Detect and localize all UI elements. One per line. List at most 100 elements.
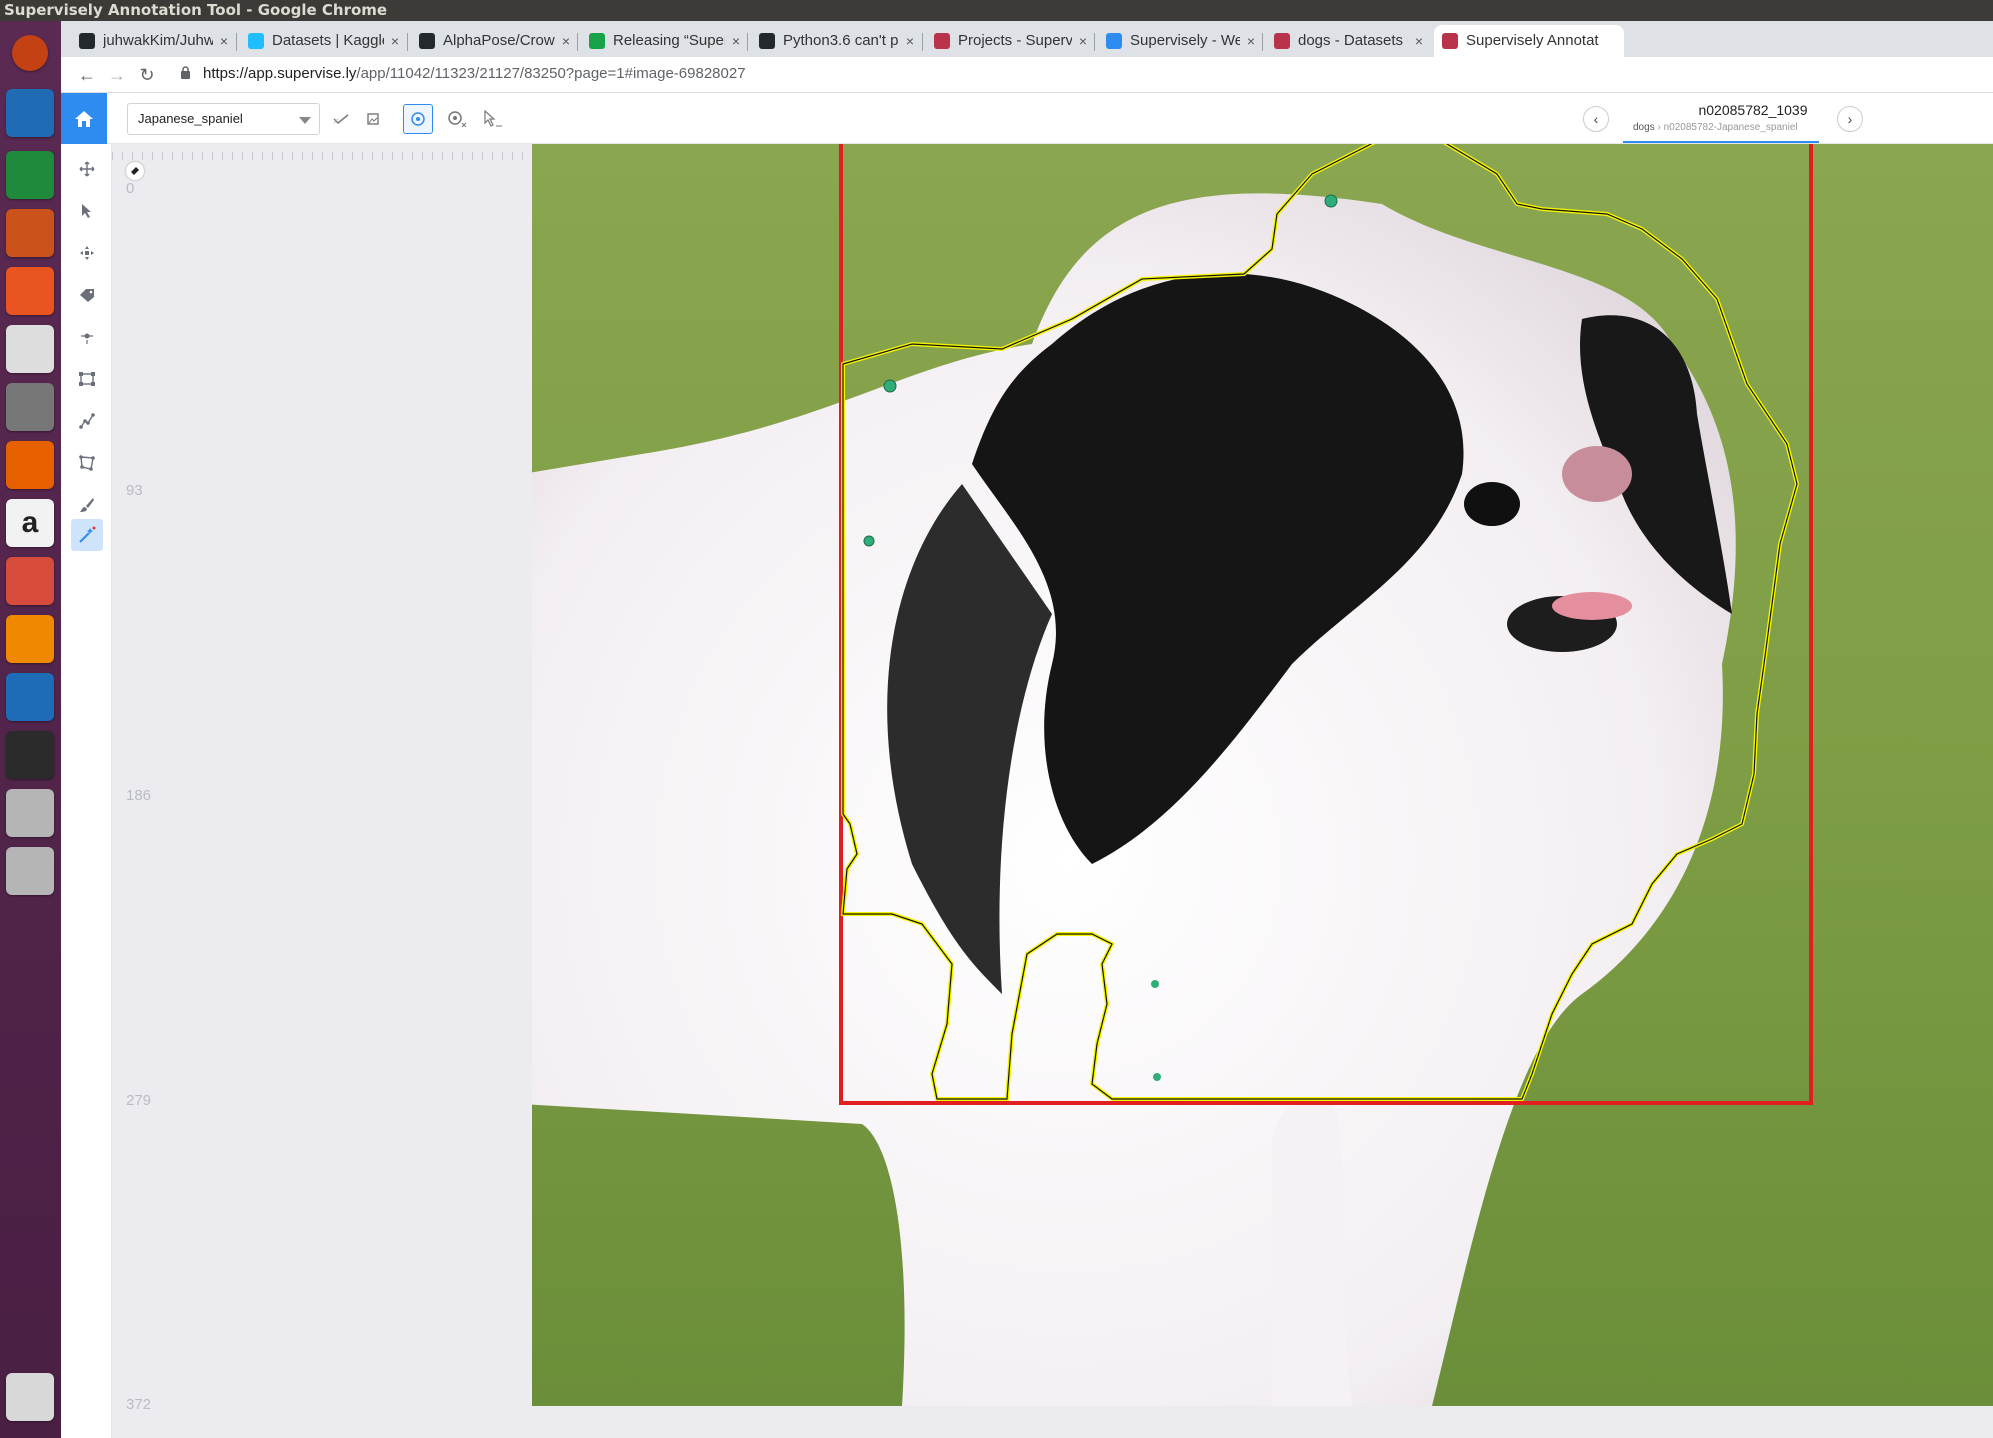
tab-title: Python3.6 can't pickle [783, 32, 899, 49]
bbox-tool-icon[interactable] [71, 363, 103, 395]
tab-title: Projects - Supervisely [958, 32, 1072, 49]
tab-close-icon[interactable]: × [1412, 25, 1426, 57]
files-icon[interactable] [6, 383, 54, 431]
tab-close-icon[interactable]: × [903, 25, 917, 57]
tab-separator [1262, 33, 1263, 51]
terminal-icon[interactable] [6, 731, 54, 779]
tab-title: AlphaPose/CrowdPose [443, 32, 555, 49]
positive-point-icon[interactable] [403, 104, 433, 134]
cursor-eraser-icon[interactable] [479, 105, 507, 133]
writer-icon[interactable] [6, 89, 54, 137]
confirm-icon[interactable] [327, 105, 355, 133]
image-name-underline [1623, 141, 1819, 143]
tab-separator [577, 33, 578, 51]
browser-tab[interactable]: juhwakKim/JuhwakKi× [71, 25, 231, 57]
next-image-button[interactable]: › [1837, 106, 1863, 132]
reload-icon[interactable]: ↻ [135, 63, 159, 87]
select-tool-icon[interactable] [71, 195, 103, 227]
amazon-icon[interactable]: a [6, 499, 54, 547]
chevron-right-icon: › [1847, 111, 1853, 127]
tab-favicon-icon [1274, 33, 1290, 49]
tab-favicon-icon [589, 33, 605, 49]
ubuntu-launcher: a [0, 21, 61, 1438]
breadcrumb-dataset[interactable]: dogs [1633, 122, 1655, 133]
vlc-icon[interactable] [6, 615, 54, 663]
browser-tab[interactable]: AlphaPose/CrowdPose× [411, 25, 573, 57]
fit-canvas-button[interactable] [126, 162, 144, 180]
browser-tab[interactable]: Supervisely - Web platf× [1098, 25, 1258, 57]
calc-icon[interactable] [6, 151, 54, 199]
eraser-icon [131, 167, 139, 175]
brush-tool-icon[interactable] [71, 489, 103, 521]
tab-close-icon[interactable]: × [559, 25, 573, 57]
tab-favicon-icon [759, 33, 775, 49]
polygon-tool-icon[interactable] [71, 447, 103, 479]
tab-title: dogs - Datasets - Supe [1298, 32, 1408, 49]
tab-close-icon[interactable]: × [1076, 25, 1090, 57]
dog-image[interactable] [532, 144, 1993, 1406]
tab-close-icon[interactable]: × [1244, 25, 1258, 57]
home-button[interactable] [61, 93, 107, 144]
trash-icon[interactable] [6, 1373, 54, 1421]
tab-title: juhwakKim/JuhwakKi [103, 32, 213, 49]
class-select[interactable]: Japanese_spaniel [127, 103, 320, 135]
pan-tool-icon[interactable] [71, 153, 103, 185]
impress-icon[interactable] [6, 209, 54, 257]
vscode-icon[interactable] [6, 673, 54, 721]
url-path: /app/11042/11323/21127/83250?page=1#imag… [356, 65, 746, 82]
browser-tab[interactable]: Supervisely Annotat [1434, 25, 1624, 57]
image-navigator: ‹ n02085782_1039 dogs › n02085782-Japane… [1583, 93, 1883, 144]
browser-tab-strip: juhwakKim/JuhwakKi×Datasets | Kaggle×Alp… [61, 21, 1993, 57]
breadcrumb-item: n02085782-Japanese_spaniel [1663, 122, 1798, 133]
tab-favicon-icon [934, 33, 950, 49]
browser-tab[interactable]: dogs - Datasets - Supe× [1266, 25, 1426, 57]
negative-point-icon[interactable] [443, 105, 471, 133]
smart-tool-icon[interactable] [71, 519, 103, 551]
tab-favicon-icon [419, 33, 435, 49]
url-field[interactable]: https://app.supervise.ly/app/11042/11323… [203, 65, 746, 82]
back-arrow-icon[interactable]: ← [75, 63, 99, 87]
settings-icon[interactable] [6, 557, 54, 605]
tab-favicon-icon [248, 33, 264, 49]
browser-tab[interactable]: Python3.6 can't pickle× [751, 25, 917, 57]
drive-2-icon[interactable] [6, 847, 54, 895]
positive-point-marker[interactable] [883, 379, 897, 393]
browser-tab[interactable]: Datasets | Kaggle × [240, 25, 402, 57]
forward-arrow-icon[interactable]: → [105, 63, 129, 87]
tab-title: Releasing “Supervis [613, 32, 725, 49]
browser-tab[interactable]: Projects - Supervisely× [926, 25, 1090, 57]
annotation-canvas[interactable]: 0125250375 093186279372 [112, 144, 1993, 1438]
move-tool-icon[interactable] [71, 237, 103, 269]
tool-sidebar [61, 144, 112, 1438]
tab-close-icon[interactable]: × [217, 25, 231, 57]
positive-point-marker[interactable] [1153, 1073, 1161, 1081]
tab-favicon-icon [1106, 33, 1122, 49]
ubuntu-logo-icon[interactable] [12, 35, 48, 71]
firefox-icon[interactable] [6, 441, 54, 489]
tab-close-icon[interactable]: × [388, 25, 402, 57]
ruler-left-label: 186 [126, 787, 152, 804]
positive-point-marker[interactable] [863, 535, 875, 547]
image-mode-icon[interactable] [359, 105, 387, 133]
polyline-tool-icon[interactable] [71, 405, 103, 437]
tab-close-icon[interactable]: × [729, 25, 743, 57]
chrome-icon[interactable] [6, 325, 54, 373]
ruler-left-label: 0 [126, 180, 135, 197]
positive-point-marker[interactable] [1151, 980, 1159, 988]
positive-point-marker[interactable] [1324, 194, 1338, 208]
window-title: Supervisely Annotation Tool - Google Chr… [0, 0, 1993, 21]
drive-icon[interactable] [6, 789, 54, 837]
browser-tab[interactable]: Releasing “Supervis× [581, 25, 743, 57]
tab-separator [747, 33, 748, 51]
ruler-left-label: 372 [126, 1396, 152, 1413]
prev-image-button[interactable]: ‹ [1583, 106, 1609, 132]
lock-icon [173, 63, 197, 87]
breadcrumb-separator: › [1657, 122, 1661, 133]
tab-title: Datasets | Kaggle [272, 32, 384, 49]
class-select-value: Japanese_spaniel [138, 111, 243, 126]
tab-separator [1094, 33, 1095, 51]
ruler-left-label: 93 [126, 482, 143, 499]
tag-tool-icon[interactable] [71, 279, 103, 311]
point-tool-icon[interactable] [71, 321, 103, 353]
software-center-icon[interactable] [6, 267, 54, 315]
